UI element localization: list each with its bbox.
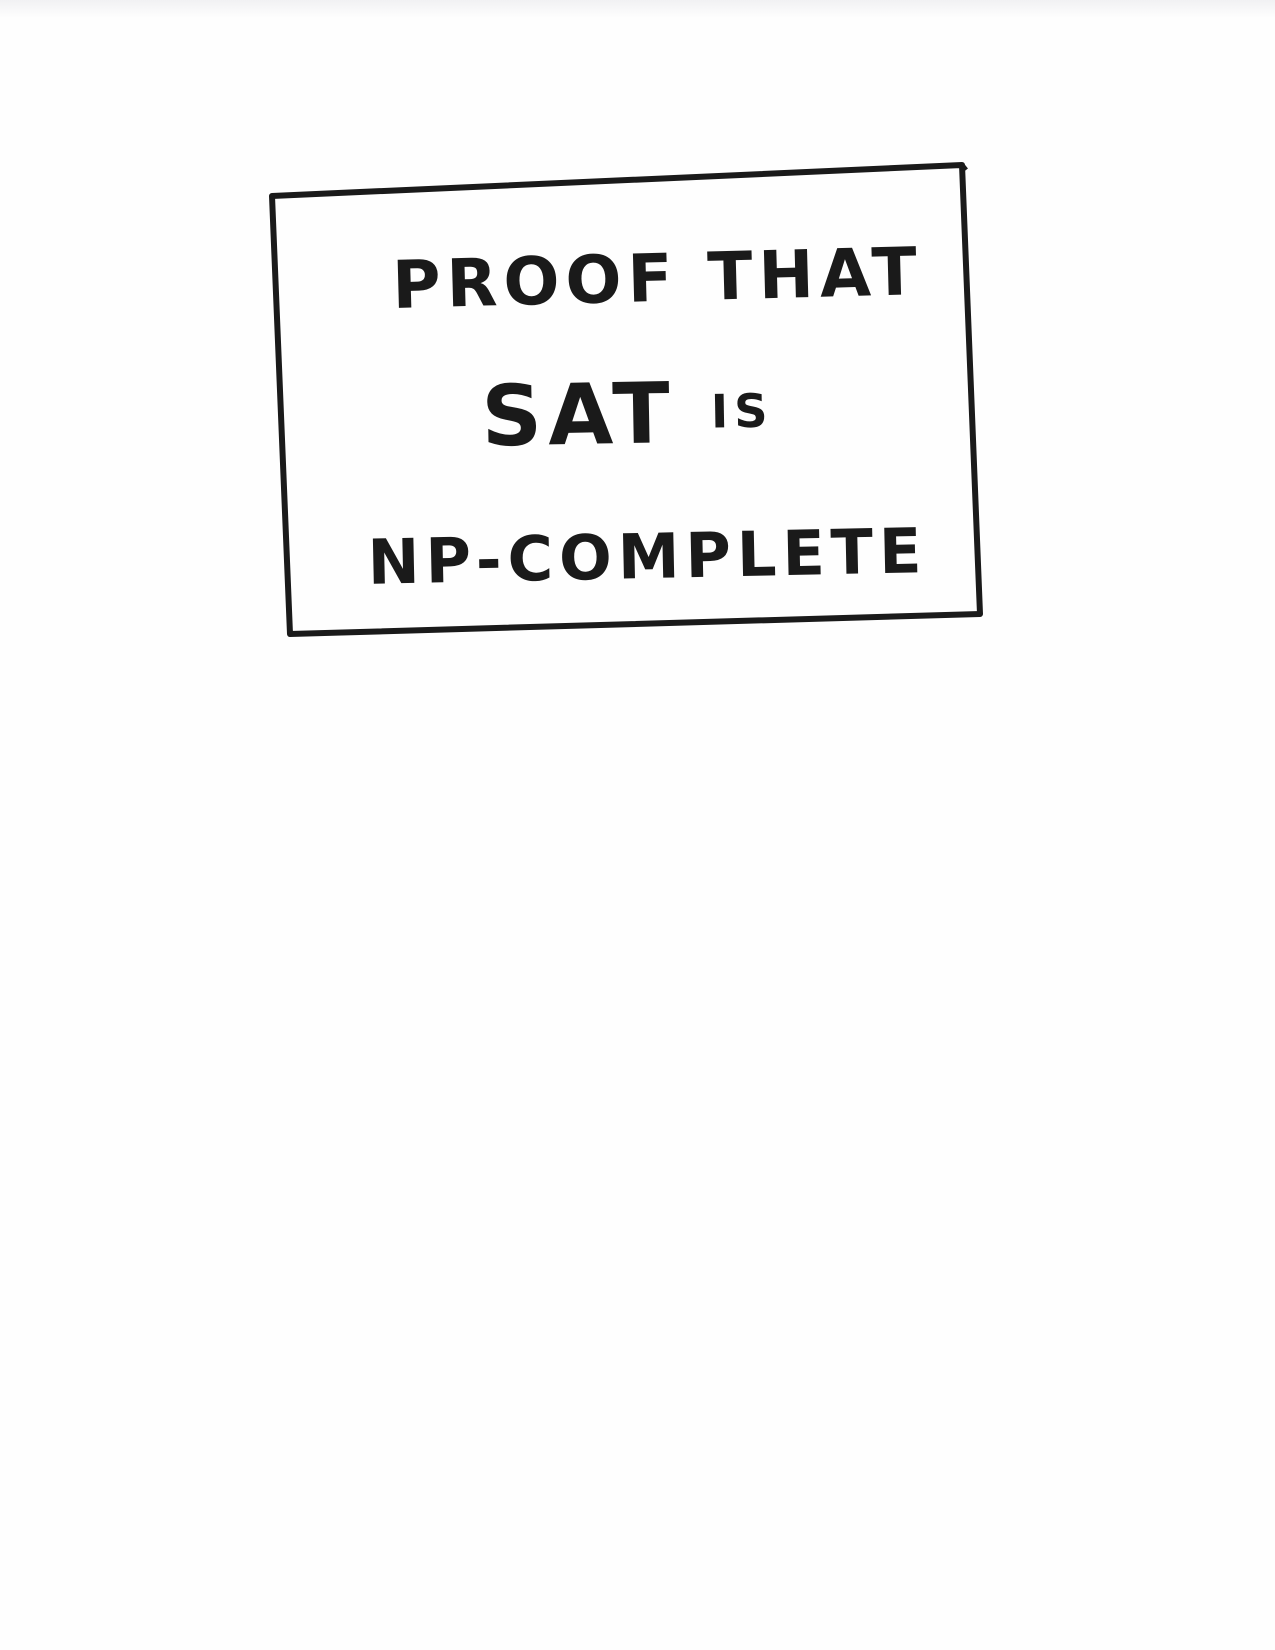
title-sat: SAT (480, 364, 677, 466)
title-is: IS (710, 383, 774, 439)
scanned-page: PROOF THAT SAT IS NP-COMPLETE (0, 0, 1275, 1650)
